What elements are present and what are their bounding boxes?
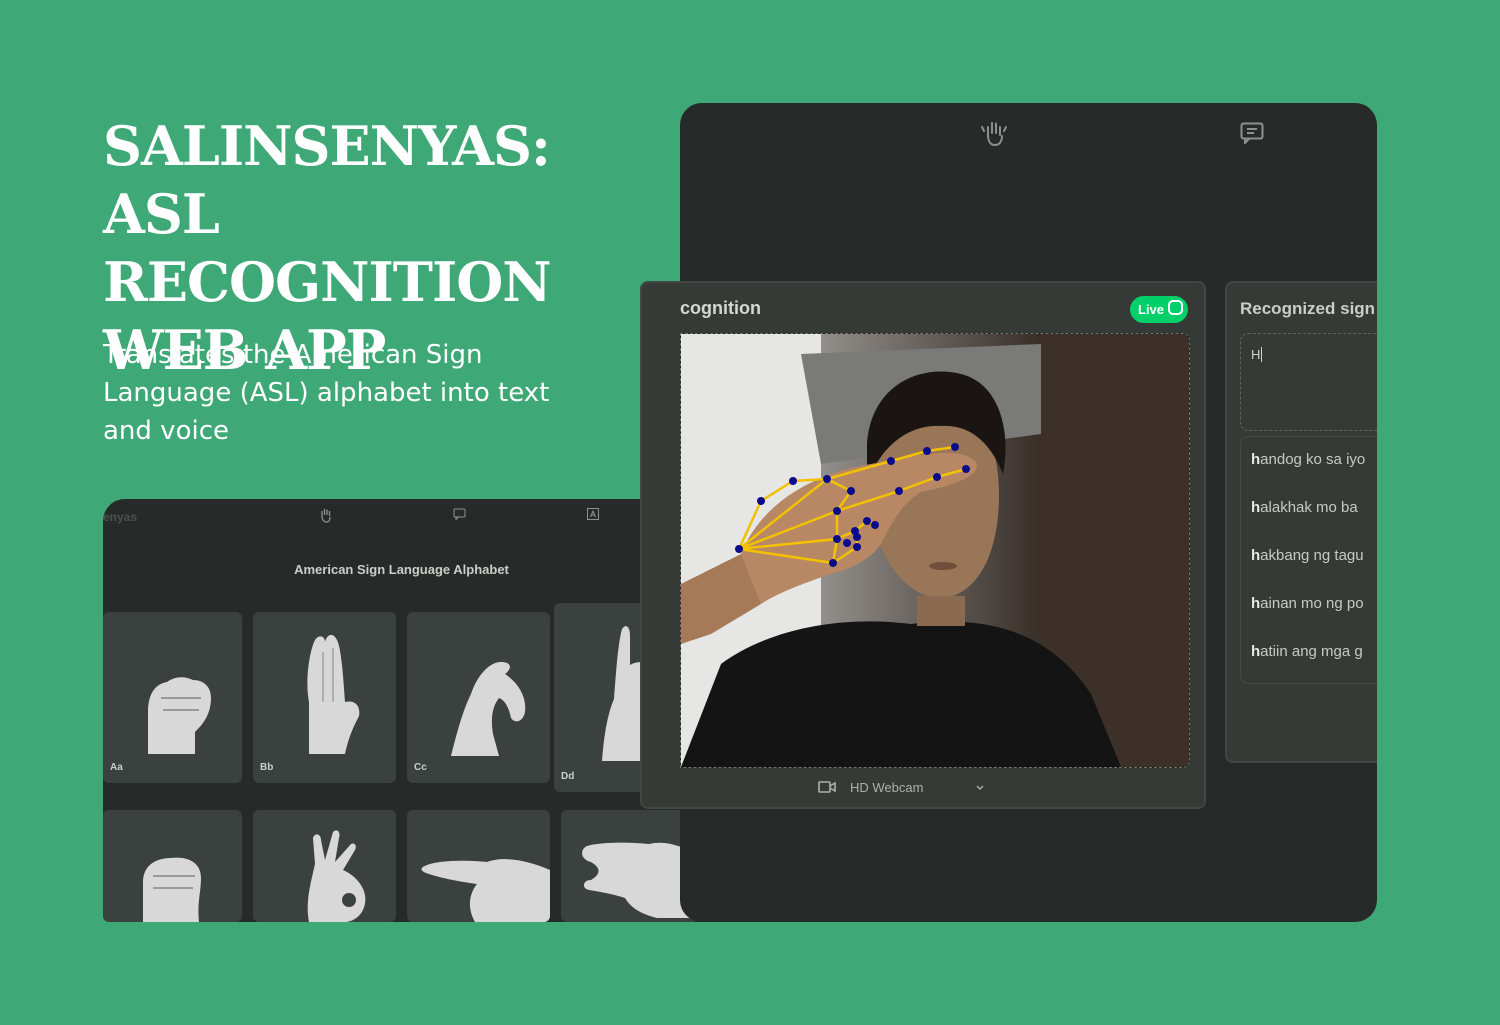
hero-title-line-1: SALINSENYAS: bbox=[103, 114, 551, 178]
hand-sign-icon[interactable] bbox=[319, 507, 333, 526]
hand-sign-icon[interactable] bbox=[981, 119, 1007, 152]
suggestion-item[interactable]: handog ko sa iyo bbox=[1251, 451, 1365, 468]
hero-title-line-2: ASL RECOGNITION bbox=[103, 182, 552, 314]
suggestion-item[interactable]: hatiin ang mga g bbox=[1251, 643, 1363, 660]
text-cursor bbox=[1261, 347, 1263, 362]
live-label: Live bbox=[1138, 302, 1165, 317]
chat-icon[interactable] bbox=[1240, 122, 1264, 149]
suggestion-rest: alakhak mo ba bbox=[1260, 499, 1358, 516]
hero-subtitle: Translates the American Sign Language (A… bbox=[103, 340, 550, 446]
card-label: Cc bbox=[414, 762, 427, 773]
camera-icon bbox=[1168, 300, 1183, 315]
sign-card-a[interactable]: Aa bbox=[103, 612, 242, 783]
card-label: Bb bbox=[260, 762, 274, 773]
chat-icon[interactable] bbox=[453, 508, 466, 523]
recognized-text-input[interactable]: H bbox=[1240, 333, 1400, 431]
recognition-title: cognition bbox=[680, 298, 761, 318]
suggestion-rest: andog ko sa iyo bbox=[1260, 451, 1366, 468]
card-label: Dd bbox=[561, 771, 575, 782]
sign-card-b[interactable]: Bb bbox=[253, 612, 396, 783]
video-camera-icon bbox=[818, 781, 836, 793]
suggestion-prefix: h bbox=[1251, 643, 1261, 660]
suggestion-rest: akbang ng tagu bbox=[1260, 547, 1364, 564]
app-brand: enyas bbox=[103, 510, 138, 524]
camera-select-value: HD Webcam bbox=[850, 780, 924, 795]
live-badge[interactable]: Live bbox=[1130, 296, 1188, 323]
sign-card-g[interactable] bbox=[407, 810, 550, 922]
card-label: Aa bbox=[110, 762, 123, 773]
suggestion-rest: atiin ang mga g bbox=[1260, 643, 1363, 660]
recognized-text-value: H bbox=[1251, 347, 1261, 362]
suggestion-prefix: h bbox=[1251, 451, 1261, 468]
chevron-down-icon bbox=[976, 785, 984, 790]
suggestion-item[interactable]: hainan mo ng po bbox=[1251, 595, 1364, 612]
sign-card-f[interactable] bbox=[253, 810, 396, 922]
webcam-feed bbox=[680, 333, 1190, 768]
sign-card-c[interactable]: Cc bbox=[407, 612, 550, 783]
suggestion-rest: ainan mo ng po bbox=[1260, 595, 1364, 612]
suggestion-prefix: h bbox=[1251, 499, 1261, 516]
sign-card-e[interactable] bbox=[103, 810, 242, 922]
suggestion-item[interactable]: hakbang ng tagu bbox=[1251, 547, 1364, 564]
suggestion-prefix: h bbox=[1251, 547, 1261, 564]
recognized-signs-title: Recognized sign bbox=[1240, 299, 1376, 318]
alphabet-title: American Sign Language Alphabet bbox=[294, 562, 509, 577]
suggestion-item[interactable]: halakhak mo ba bbox=[1251, 499, 1358, 516]
webcam-image bbox=[681, 334, 1189, 767]
suggestion-prefix: h bbox=[1251, 595, 1261, 612]
letter-a-icon[interactable] bbox=[587, 508, 599, 523]
panel-edge-mask bbox=[1377, 270, 1500, 790]
camera-select[interactable]: HD Webcam bbox=[818, 778, 988, 798]
